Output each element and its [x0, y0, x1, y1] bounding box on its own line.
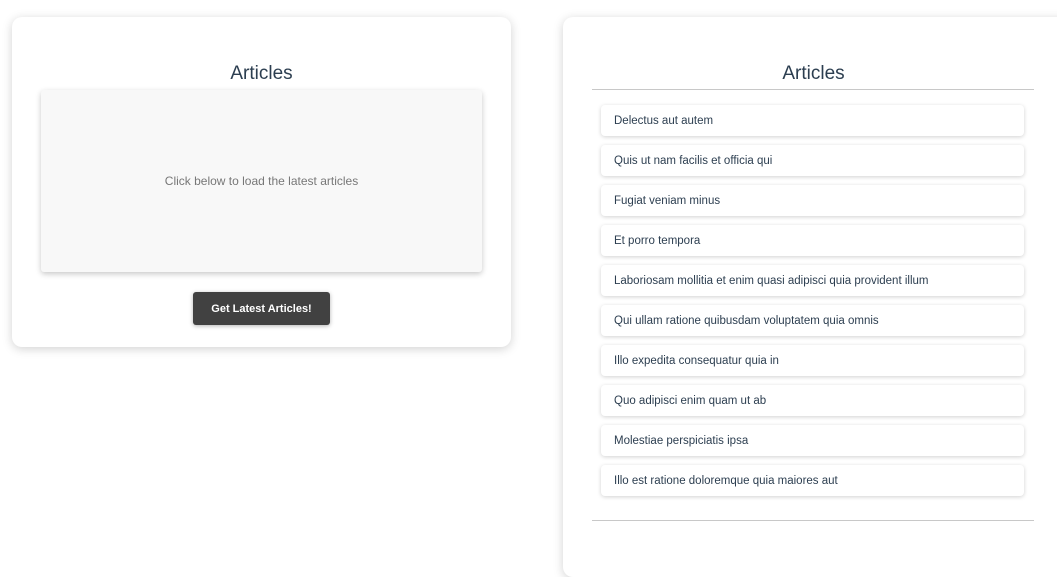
article-list: Delectus aut autem Quis ut nam facilis e…	[601, 105, 1024, 505]
article-item[interactable]: Qui ullam ratione quibusdam voluptatem q…	[601, 305, 1024, 336]
article-item[interactable]: Delectus aut autem	[601, 105, 1024, 136]
article-item[interactable]: Illo est ratione doloremque quia maiores…	[601, 465, 1024, 496]
article-item[interactable]: Et porro tempora	[601, 225, 1024, 256]
article-item[interactable]: Laboriosam mollitia et enim quasi adipis…	[601, 265, 1024, 296]
article-item[interactable]: Molestiae perspiciatis ipsa	[601, 425, 1024, 456]
articles-list-card: Articles Delectus aut autem Quis ut nam …	[563, 17, 1057, 577]
article-item[interactable]: Fugiat veniam minus	[601, 185, 1024, 216]
article-item[interactable]: Quo adipisci enim quam ut ab	[601, 385, 1024, 416]
loader-card-title: Articles	[230, 63, 293, 84]
articles-placeholder: Click below to load the latest articles	[41, 90, 482, 272]
top-divider	[592, 89, 1034, 90]
placeholder-text: Click below to load the latest articles	[164, 174, 359, 188]
articles-loader-card: Articles Click below to load the latest …	[12, 17, 511, 347]
list-card-title: Articles	[782, 63, 845, 84]
article-item[interactable]: Illo expedita consequatur quia in	[601, 345, 1024, 376]
get-latest-articles-button[interactable]: Get Latest Articles!	[193, 292, 330, 325]
bottom-divider	[592, 520, 1034, 521]
article-item[interactable]: Quis ut nam facilis et officia qui	[601, 145, 1024, 176]
